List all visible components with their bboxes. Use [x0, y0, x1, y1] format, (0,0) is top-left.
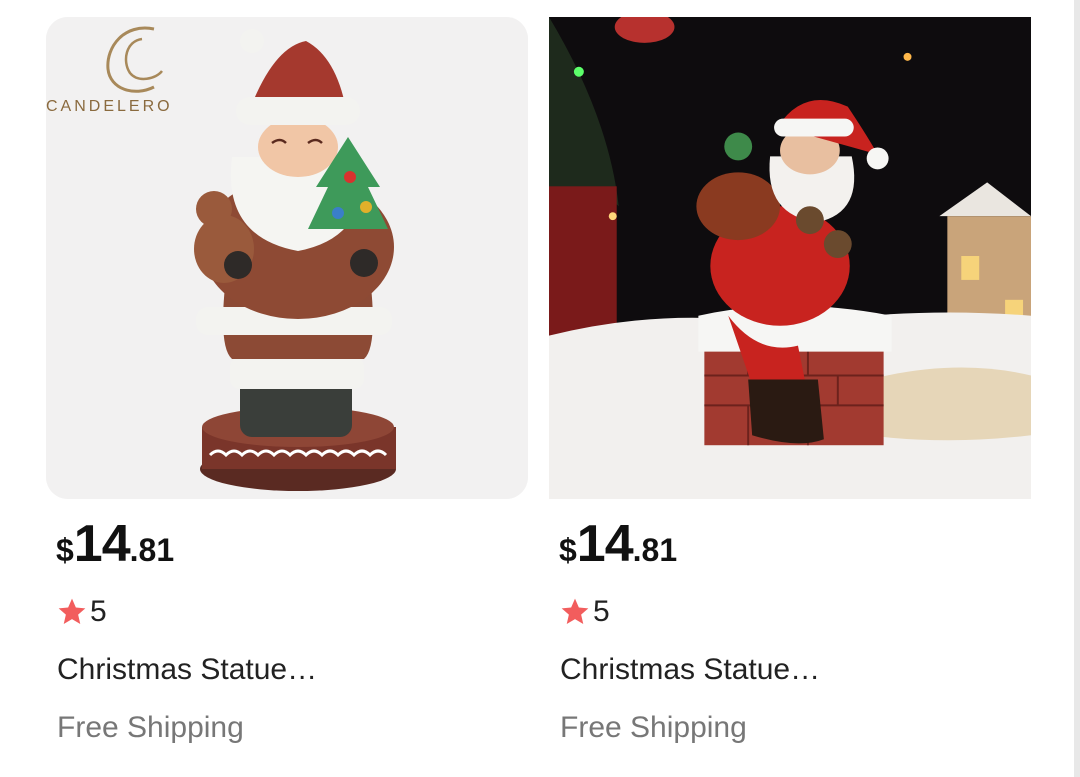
shipping-label: Free Shipping	[560, 711, 747, 744]
product-title[interactable]: Christmas Statue…	[560, 653, 820, 687]
price-integer: 14	[73, 515, 131, 573]
product-image[interactable]	[549, 17, 1031, 499]
price-integer: 14	[576, 515, 634, 573]
scrollbar[interactable]	[1074, 0, 1080, 777]
product-card[interactable]: CANDELERO $14.81 5 Christmas Statue… Fre…	[46, 17, 529, 744]
price-decimal: .81	[129, 532, 175, 568]
product-title[interactable]: Christmas Statue…	[57, 653, 317, 687]
svg-text:CANDELERO: CANDELERO	[46, 98, 173, 115]
star-icon	[561, 598, 589, 624]
shipping-label: Free Shipping	[57, 711, 244, 744]
rating-value: 5	[90, 595, 107, 628]
rating-value: 5	[593, 595, 610, 628]
product-price: $14.81	[56, 514, 174, 574]
santa-figurine-image: CANDELERO	[46, 17, 528, 499]
price-currency: $	[56, 532, 74, 568]
product-card[interactable]: $14.81 5 Christmas Statue… Free Shipping	[549, 17, 1032, 744]
santa-chimney-image	[549, 17, 1031, 499]
price-decimal: .81	[632, 532, 678, 568]
product-price: $14.81	[559, 514, 677, 574]
price-currency: $	[559, 532, 577, 568]
star-icon	[58, 598, 86, 624]
product-image[interactable]: CANDELERO	[46, 17, 528, 499]
product-rating: 5	[559, 595, 610, 629]
product-rating: 5	[56, 595, 107, 629]
